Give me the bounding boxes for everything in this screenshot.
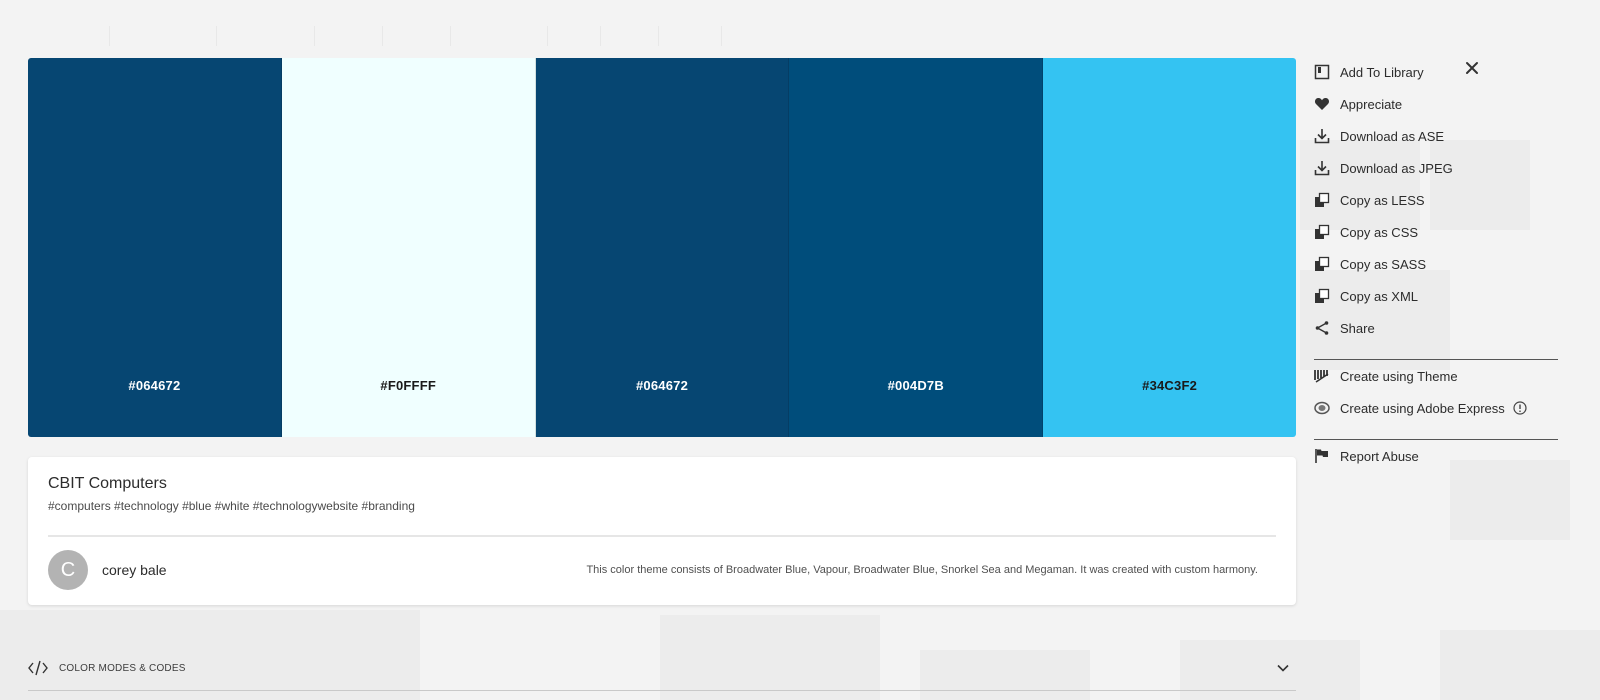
author-name[interactable]: corey bale xyxy=(102,562,167,578)
heart-icon xyxy=(1312,94,1332,114)
menu-item-label: Copy as SASS xyxy=(1340,256,1426,272)
create-using-theme-button[interactable]: Create using Theme xyxy=(1312,360,1556,392)
menu-item-label: Copy as CSS xyxy=(1340,224,1419,240)
code-icon xyxy=(28,660,48,681)
add-to-library-button[interactable]: Add To Library xyxy=(1312,56,1556,88)
actions-menu: Add To Library Appreciate Download as AS… xyxy=(1312,56,1558,472)
menu-item-label: Copy as LESS xyxy=(1340,192,1425,208)
menu-item-label: Share xyxy=(1340,320,1375,336)
info-icon[interactable] xyxy=(1513,401,1527,415)
chevron-down-icon xyxy=(1276,661,1290,680)
swatch-2[interactable]: #F0FFFF xyxy=(281,58,536,437)
share-icon xyxy=(1312,318,1332,338)
swatch-hex-label: #004D7B xyxy=(887,378,944,393)
library-icon xyxy=(1312,62,1332,82)
section-divider xyxy=(28,690,1296,691)
copy-css-button[interactable]: Copy as CSS xyxy=(1312,216,1556,248)
menu-item-label: Create using Adobe Express xyxy=(1340,400,1505,416)
swatch-hex-label: #F0FFFF xyxy=(380,378,436,393)
copy-sass-button[interactable]: Copy as SASS xyxy=(1312,248,1556,280)
copy-less-button[interactable]: Copy as LESS xyxy=(1312,184,1556,216)
swatch-hex-label: #064672 xyxy=(635,378,688,393)
theme-description: This color theme consists of Broadwater … xyxy=(586,564,1258,576)
copy-xml-button[interactable]: Copy as XML xyxy=(1312,280,1556,312)
color-palette: #064672 #F0FFFF #064672 #004D7B #34C3F2 xyxy=(28,58,1296,437)
theme-title: CBIT Computers xyxy=(48,475,167,492)
share-button[interactable]: Share xyxy=(1312,312,1556,344)
create-using-adobe-express-button[interactable]: Create using Adobe Express xyxy=(1312,392,1556,424)
menu-item-label: Create using Theme xyxy=(1340,368,1458,384)
menu-item-label: Download as JPEG xyxy=(1340,160,1453,176)
menu-item-label: Copy as XML xyxy=(1340,288,1419,304)
swatch-hex-label: #064672 xyxy=(128,378,181,393)
brush-icon xyxy=(1312,366,1332,386)
menu-item-label: Add To Library xyxy=(1340,64,1424,80)
swatch-1[interactable]: #064672 xyxy=(28,58,282,437)
appreciate-button[interactable]: Appreciate xyxy=(1312,88,1556,120)
download-icon xyxy=(1312,158,1332,178)
avatar[interactable]: C xyxy=(48,550,88,590)
menu-item-label: Download as ASE xyxy=(1340,128,1445,144)
swatch-4[interactable]: #004D7B xyxy=(789,58,1044,437)
download-icon xyxy=(1312,126,1332,146)
menu-item-label: Appreciate xyxy=(1340,96,1403,112)
copy-icon xyxy=(1312,254,1332,274)
color-modes-toggle[interactable]: COLOR MODES & CODES xyxy=(28,655,1296,691)
copy-icon xyxy=(1312,286,1332,306)
menu-item-label: Report Abuse xyxy=(1340,448,1419,464)
background-tabs xyxy=(0,26,730,46)
card-divider xyxy=(48,535,1276,537)
copy-icon xyxy=(1312,222,1332,242)
theme-tags[interactable]: #computers #technology #blue #white #tec… xyxy=(48,499,415,513)
copy-icon xyxy=(1312,190,1332,210)
color-modes-label: COLOR MODES & CODES xyxy=(59,663,186,674)
download-ase-button[interactable]: Download as ASE xyxy=(1312,120,1556,152)
swatch-5[interactable]: #34C3F2 xyxy=(1043,58,1296,437)
download-jpeg-button[interactable]: Download as JPEG xyxy=(1312,152,1556,184)
swatch-hex-label: #34C3F2 xyxy=(1142,378,1198,393)
flag-icon xyxy=(1312,446,1332,466)
theme-info-card: CBIT Computers #computers #technology #b… xyxy=(28,457,1296,605)
swatch-3[interactable]: #064672 xyxy=(535,58,790,437)
express-icon xyxy=(1312,398,1332,418)
report-abuse-button[interactable]: Report Abuse xyxy=(1312,440,1556,472)
